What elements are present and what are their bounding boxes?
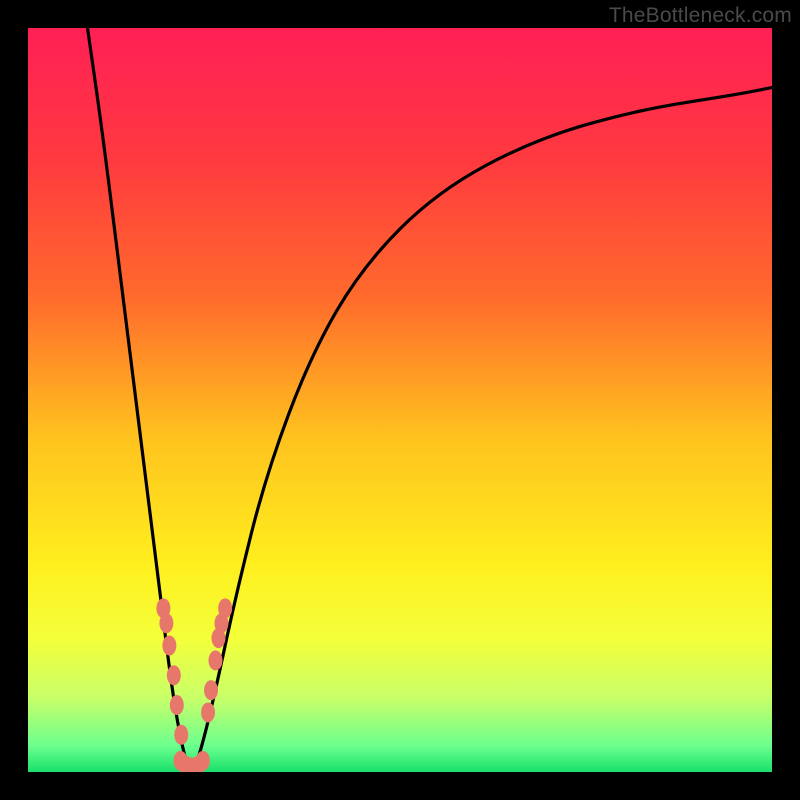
watermark-text: TheBottleneck.com (609, 4, 792, 28)
marker-dot (167, 665, 181, 685)
marker-dot (218, 598, 232, 618)
chart-frame: TheBottleneck.com (0, 0, 800, 800)
marker-group (156, 598, 232, 772)
marker-dot (174, 725, 188, 745)
curve-layer (28, 28, 772, 772)
marker-dot (170, 695, 184, 715)
marker-dot (159, 613, 173, 633)
marker-dot (196, 751, 210, 771)
plot-area (28, 28, 772, 772)
marker-dot (162, 636, 176, 656)
bottleneck-curve (88, 28, 772, 768)
marker-dot (201, 702, 215, 722)
marker-dot (204, 680, 218, 700)
marker-dot (208, 650, 222, 670)
